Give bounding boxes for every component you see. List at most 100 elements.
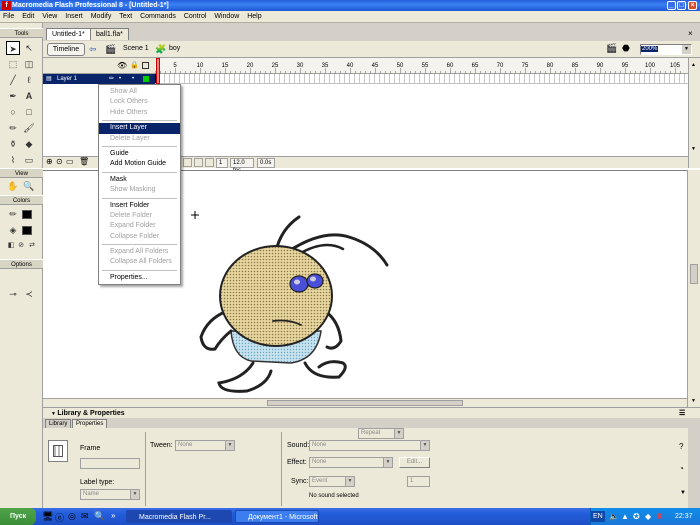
paint-bucket-tool-icon[interactable]: ◆	[22, 137, 36, 151]
back-arrow-icon[interactable]: ⇦	[89, 44, 101, 55]
menu-commands[interactable]: Commands	[137, 11, 179, 23]
layer-row[interactable]: ▤ Layer 1 ✏ • •	[43, 74, 155, 84]
edit-symbols-icon[interactable]: ⬣	[622, 43, 630, 54]
menu-view[interactable]: View	[39, 11, 60, 23]
visibility-dot[interactable]: •	[119, 74, 121, 84]
eyedropper-tool-icon[interactable]: ⌇	[6, 153, 20, 167]
stroke-color-swatch[interactable]	[22, 210, 32, 219]
menu-collapse-folder[interactable]: Collapse Folder	[99, 232, 180, 242]
tab-library[interactable]: Library	[45, 419, 72, 428]
fill-transform-tool-icon[interactable]: ◫	[22, 57, 36, 71]
doc-tab-untitled[interactable]: Untitled-1*	[46, 28, 91, 40]
help-icon[interactable]: ?	[679, 442, 683, 451]
tab-properties[interactable]: Properties	[72, 419, 108, 428]
menu-help[interactable]: Help	[244, 11, 264, 23]
menu-control[interactable]: Control	[181, 11, 210, 23]
text-tool-icon[interactable]: A	[22, 89, 36, 103]
onion-outline-icon[interactable]	[205, 158, 214, 167]
chevron-down-icon[interactable]: ▼	[394, 429, 403, 438]
insert-layer-icon[interactable]: ⊕	[46, 157, 53, 166]
tray-kaspersky-icon[interactable]: K	[657, 508, 663, 525]
quicklaunch-outlook-icon[interactable]: ✉	[81, 511, 89, 522]
selection-tool-icon[interactable]: ➤	[6, 41, 20, 55]
menu-mask[interactable]: Mask	[99, 175, 180, 185]
rectangle-tool-icon[interactable]: □	[22, 105, 36, 119]
menu-expand-folder[interactable]: Expand Folder	[99, 221, 180, 231]
timeline-vertical-scrollbar[interactable]: ▲ ▼	[688, 58, 700, 168]
menu-properties[interactable]: Properties...	[99, 273, 180, 283]
menu-delete-layer[interactable]: Delete Layer	[99, 134, 180, 144]
repeat-select[interactable]: Repeat ▼	[358, 428, 404, 439]
fill-color-swatch[interactable]	[22, 226, 32, 235]
task-flash[interactable]: Macromedia Flash Pr...	[126, 510, 232, 523]
sync-select[interactable]: Event ▼	[309, 476, 355, 487]
frame-rate[interactable]: 12.0 fps	[230, 158, 254, 174]
hand-tool-icon[interactable]: ✋	[6, 179, 20, 193]
expand-panel-icon[interactable]: ▼	[680, 490, 686, 496]
chevron-down-icon[interactable]: ▼	[130, 490, 139, 499]
eraser-tool-icon[interactable]: ▭	[22, 153, 36, 167]
task-word[interactable]: Документ1 - Microsoft ...	[235, 510, 319, 523]
quicklaunch-desktop-icon[interactable]: 🖥	[42, 511, 53, 522]
eye-icon[interactable]: 👁	[117, 61, 127, 70]
ink-bottle-tool-icon[interactable]: ⚱	[6, 137, 20, 151]
minimize-button[interactable]: _	[667, 1, 676, 10]
stage-vertical-scrollbar[interactable]: ▼	[687, 170, 700, 407]
tween-select[interactable]: None ▼	[175, 440, 235, 451]
outline-color-swatch[interactable]	[143, 76, 149, 82]
center-frame-icon[interactable]	[183, 158, 192, 167]
quicklaunch-expand-icon[interactable]: »	[111, 511, 115, 520]
tray-volume-icon[interactable]: 🔈	[609, 508, 619, 525]
label-type-select[interactable]: Name ▼	[80, 489, 140, 500]
symbol-name[interactable]: boy	[169, 45, 180, 52]
lasso-tool-icon[interactable]: ℓ	[22, 73, 36, 87]
menu-hide-others[interactable]: Hide Others	[99, 108, 180, 118]
effect-select[interactable]: None ▼	[309, 457, 393, 468]
snap-to-objects-icon[interactable]: ⊸	[6, 287, 20, 301]
pen-tool-icon[interactable]: ✒	[6, 89, 20, 103]
onion-skin-icon[interactable]	[194, 158, 203, 167]
chevron-down-icon[interactable]: ▼	[225, 441, 234, 450]
pencil-tool-icon[interactable]: ✏	[6, 121, 20, 135]
tray-network-icon[interactable]: ▲	[621, 508, 629, 525]
tray-antivirus-icon[interactable]: ✪	[633, 508, 640, 525]
menu-modify[interactable]: Modify	[88, 11, 115, 23]
stage-horizontal-scrollbar[interactable]	[43, 398, 687, 407]
menu-delete-folder[interactable]: Delete Folder	[99, 211, 180, 221]
menu-file[interactable]: File	[0, 11, 17, 23]
insert-folder-icon[interactable]: ▭	[66, 157, 74, 166]
quicklaunch-ie-icon[interactable]: ⓔ	[55, 511, 64, 524]
oval-tool-icon[interactable]: ○	[6, 105, 20, 119]
tray-update-icon[interactable]: ◆	[645, 508, 651, 525]
add-guide-icon[interactable]: ⊙	[56, 157, 63, 166]
zoom-select[interactable]: 200% ▼	[640, 44, 692, 55]
chevron-down-icon[interactable]: ▼	[383, 458, 392, 467]
menu-collapse-all-folders[interactable]: Collapse All Folders	[99, 257, 180, 267]
menu-text[interactable]: Text	[116, 11, 135, 23]
menu-insert-layer[interactable]: Insert Layer	[99, 123, 180, 134]
chevron-down-icon[interactable]: ▼	[345, 477, 354, 486]
menu-insert-folder[interactable]: Insert Folder	[99, 201, 180, 211]
close-button[interactable]: ×	[688, 1, 697, 10]
fill-color-icon[interactable]: ◈	[6, 223, 20, 237]
menu-window[interactable]: Window	[211, 11, 242, 23]
doc-tab-ball1[interactable]: ball1.fla*	[90, 28, 129, 40]
lock-dot[interactable]: •	[132, 74, 134, 84]
stroke-color-icon[interactable]: ✏	[6, 207, 20, 221]
zoom-tool-icon[interactable]: 🔍	[22, 179, 36, 193]
subselection-tool-icon[interactable]: ↖	[22, 41, 36, 55]
hscroll-thumb[interactable]	[267, 400, 463, 406]
outline-icon[interactable]	[142, 62, 149, 69]
line-tool-icon[interactable]: ╱	[6, 73, 20, 87]
menu-edit[interactable]: Edit	[19, 11, 37, 23]
scroll-up-icon[interactable]: ▲	[691, 62, 696, 68]
delete-layer-icon[interactable]: 🗑	[79, 157, 89, 166]
timeline-toggle-button[interactable]: Timeline	[47, 43, 85, 56]
brush-tool-icon[interactable]: 🖌	[22, 121, 36, 135]
frame-row[interactable]	[155, 74, 688, 84]
sound-select[interactable]: None ▼	[309, 440, 430, 451]
window-title-bar[interactable]: f Macromedia Flash Professional 8 - [Unt…	[0, 0, 700, 11]
menu-show-masking[interactable]: Show Masking	[99, 185, 180, 195]
edit-scene-icon[interactable]: 🎬	[606, 43, 617, 54]
maximize-button[interactable]: □	[677, 1, 686, 10]
